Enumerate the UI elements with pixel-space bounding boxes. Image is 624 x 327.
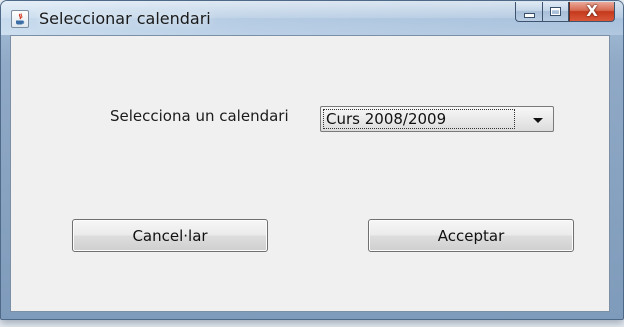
maximize-button[interactable] (542, 2, 569, 22)
close-icon: X (586, 2, 598, 20)
chevron-down-icon[interactable] (533, 118, 543, 123)
cancel-button[interactable]: Cancel·lar (72, 219, 268, 252)
dialog-content: Selecciona un calendari Curs 2008/2009 C… (10, 35, 610, 312)
calendar-select[interactable]: Curs 2008/2009 (320, 106, 554, 132)
maximize-icon (550, 7, 561, 16)
window-title: Seleccionar calendari (39, 9, 211, 28)
minimize-icon (523, 13, 535, 18)
calendar-select-value: Curs 2008/2009 (323, 109, 515, 129)
accept-button[interactable]: Acceptar (368, 219, 574, 252)
java-app-icon[interactable] (11, 10, 29, 28)
dialog-window: Seleccionar calendari X Selecciona un ca… (0, 0, 624, 320)
calendar-label: Selecciona un calendari (110, 107, 289, 125)
title-bar[interactable]: Seleccionar calendari X (1, 1, 623, 35)
minimize-button[interactable] (515, 2, 542, 22)
close-button[interactable]: X (569, 2, 615, 22)
caption-buttons: X (515, 2, 615, 24)
